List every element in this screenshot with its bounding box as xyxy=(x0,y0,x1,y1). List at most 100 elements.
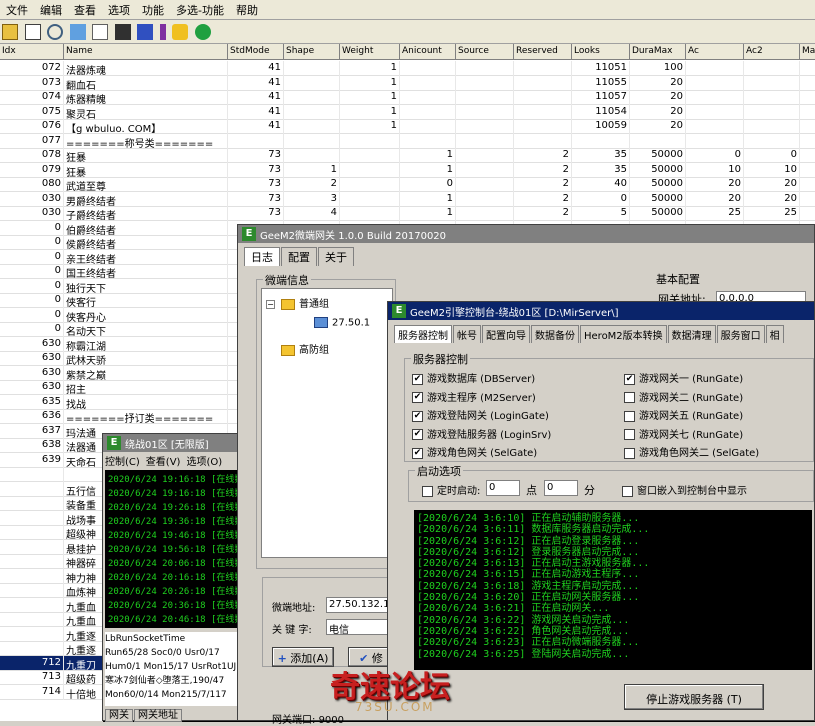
table-row[interactable]: 074 炼器精魄 41 1 11057 20 xyxy=(0,90,815,105)
console-window: E GeeM2引擎控制台-绕战01区 [D:\MirServer\] 服务器控制帐… xyxy=(387,301,815,721)
column-header[interactable]: Source xyxy=(456,44,514,60)
point-label: 点 xyxy=(526,484,537,497)
console-title[interactable]: E GeeM2引擎控制台-绕战01区 [D:\MirServer\] xyxy=(388,302,814,320)
table-cell: 41 xyxy=(228,90,284,105)
gateway-title[interactable]: E GeeM2微端网关 1.0.0 Build 20170020 xyxy=(238,225,814,243)
folder-icon xyxy=(281,344,295,356)
micro-address-field[interactable]: 27.50.132.1 xyxy=(326,597,392,613)
timer-checkbox[interactable]: 定时启动: xyxy=(422,482,480,497)
column-header[interactable]: Weight xyxy=(340,44,400,60)
copy-icon[interactable] xyxy=(92,24,108,40)
table-cell xyxy=(228,133,284,149)
small-menu-item[interactable]: 查看(V) xyxy=(146,457,181,468)
table-row[interactable]: 072 法器炼魂 41 1 11051 100 xyxy=(0,61,815,76)
small-menu-item[interactable]: 控制(C) xyxy=(105,457,140,468)
gateway-tab[interactable]: 关于 xyxy=(318,247,354,266)
add-button[interactable]: + 添加(A) xyxy=(272,647,334,667)
menu-item-5[interactable]: 多选-功能 xyxy=(170,0,230,20)
small-menu-item[interactable]: 选项(O) xyxy=(186,457,222,468)
menu-item-3[interactable]: 选项 xyxy=(102,0,136,20)
column-header[interactable]: StdMode xyxy=(228,44,284,60)
table-row[interactable]: 030 子爵终结者 73 4 1 2 5 50000 25 25 xyxy=(0,206,815,221)
server-checkbox[interactable]: ✔ 游戏角色网关 (SelGate) xyxy=(412,444,537,459)
column-header[interactable]: Name xyxy=(64,44,228,60)
column-header[interactable]: Ac2 xyxy=(744,44,800,60)
table-row[interactable]: 080 武道至尊 73 2 0 2 40 50000 20 20 xyxy=(0,177,815,192)
status-line: Mon60/0/14 Mon215/7/117 xyxy=(105,690,227,700)
table-cell xyxy=(284,75,340,91)
table-row[interactable]: 077 =======称号类======= xyxy=(0,133,815,149)
console-tab[interactable]: HeroM2版本转换 xyxy=(580,325,667,343)
bottom-tab[interactable]: 网关地址 xyxy=(134,709,182,722)
column-header[interactable]: Idx xyxy=(0,44,64,60)
log-line: 2020/6/24 19:36:18 [在线数 xyxy=(108,517,239,527)
gateway-tab[interactable]: 配置 xyxy=(281,247,317,266)
grid-icon[interactable] xyxy=(24,24,41,40)
tree-node-normal[interactable]: − 普通组 xyxy=(266,295,329,310)
table-row[interactable]: 076 【g wbuluo. COM】 41 1 10059 20 xyxy=(0,119,815,134)
console-tab[interactable]: 配置向导 xyxy=(482,325,530,343)
column-header[interactable]: Shape xyxy=(284,44,340,60)
server-checkbox[interactable]: 游戏网关五 (RunGate) xyxy=(624,407,743,422)
tree-node-highdefense[interactable]: 高防组 xyxy=(281,341,329,356)
tree-node-server[interactable]: 27.50.1 xyxy=(314,317,370,329)
table-cell xyxy=(456,90,514,105)
table-row[interactable]: 078 狂暴 73 1 2 35 50000 0 0 xyxy=(0,148,815,163)
console-tab[interactable]: 数据备份 xyxy=(531,325,579,343)
server-checkbox[interactable]: 游戏角色网关二 (SelGate) xyxy=(624,444,759,459)
table-cell xyxy=(0,597,64,613)
table-cell: 0 xyxy=(744,148,800,163)
table-cell xyxy=(456,119,514,134)
column-header[interactable]: Anicount xyxy=(400,44,456,60)
open-icon[interactable] xyxy=(2,24,18,40)
search-icon[interactable] xyxy=(47,24,63,40)
column-header[interactable]: Reserved xyxy=(514,44,572,60)
table-cell: 2 xyxy=(514,206,572,221)
table-cell: 20 xyxy=(630,119,686,134)
stop-server-button[interactable]: 停止游戏服务器 (T) xyxy=(624,684,764,710)
server-checkbox[interactable]: 游戏网关二 (RunGate) xyxy=(624,389,743,404)
menu-item-2[interactable]: 查看 xyxy=(68,0,102,20)
bar-icon[interactable] xyxy=(159,24,166,40)
bottom-tab[interactable]: 网关 xyxy=(105,709,133,722)
palette-icon[interactable] xyxy=(137,24,153,40)
server-checkbox[interactable]: ✔ 游戏主程序 (M2Server) xyxy=(412,389,536,404)
column-header[interactable]: DuraMax xyxy=(630,44,686,60)
table-row[interactable]: 030 男爵终结者 73 3 1 2 0 50000 20 20 xyxy=(0,191,815,207)
run-icon[interactable] xyxy=(194,24,211,40)
server-checkbox[interactable]: ✔ 游戏数据库 (DBServer) xyxy=(412,370,535,385)
lock-icon[interactable] xyxy=(172,24,188,40)
server-checkbox[interactable]: 游戏网关七 (RunGate) xyxy=(624,426,743,441)
small-window-tabs: 网关 网关地址 xyxy=(105,706,183,722)
console-tab[interactable]: 服务器控制 xyxy=(394,325,452,343)
console-tab[interactable]: 相 xyxy=(765,325,784,343)
minute-label: 分 xyxy=(584,484,595,497)
delete-icon[interactable] xyxy=(114,24,131,40)
server-checkbox[interactable]: ✔ 游戏登陆网关 (LoginGate) xyxy=(412,407,549,422)
menu-item-6[interactable]: 帮助 xyxy=(230,0,264,20)
hour-spinner[interactable]: 0 xyxy=(486,480,520,496)
column-header[interactable]: Ac xyxy=(686,44,744,60)
gateway-tab[interactable]: 日志 xyxy=(244,247,280,266)
keyword-field[interactable]: 电信 xyxy=(326,619,392,635)
embed-checkbox[interactable]: 窗口嵌入到控制台中显示 xyxy=(622,482,747,497)
table-row[interactable]: 075 聚灵石 41 1 11054 20 xyxy=(0,104,815,120)
server-checkbox[interactable]: ✔ 游戏网关一 (RunGate) xyxy=(624,370,743,385)
column-header[interactable]: Looks xyxy=(572,44,630,60)
server-checkbox[interactable]: ✔ 游戏登陆服务器 (LoginSrv) xyxy=(412,426,551,441)
server-tree[interactable]: − 普通组 27.50.1 高防组 xyxy=(261,288,393,558)
console-tab[interactable]: 数据清理 xyxy=(667,325,716,343)
menu-item-1[interactable]: 编辑 xyxy=(34,0,68,20)
log-line: 2020/6/24 19:56:18 [在线数 xyxy=(108,545,239,555)
console-tab[interactable]: 服务窗口 xyxy=(716,325,765,343)
table-row[interactable]: 073 翻血石 41 1 11055 20 xyxy=(0,75,815,91)
console-tab[interactable]: 帐号 xyxy=(453,325,481,343)
menu-item-4[interactable]: 功能 xyxy=(136,0,170,20)
arrow-icon[interactable] xyxy=(69,24,86,40)
column-header[interactable]: Ma xyxy=(800,44,815,60)
minute-spinner[interactable]: 0 xyxy=(544,480,578,496)
small-window-title[interactable]: E 绕战01区 [无限版] xyxy=(103,434,241,452)
table-row[interactable]: 079 狂暴 73 1 1 2 35 50000 10 10 xyxy=(0,162,815,178)
table-cell: 41 xyxy=(228,75,284,91)
menu-item-0[interactable]: 文件 xyxy=(0,0,34,20)
